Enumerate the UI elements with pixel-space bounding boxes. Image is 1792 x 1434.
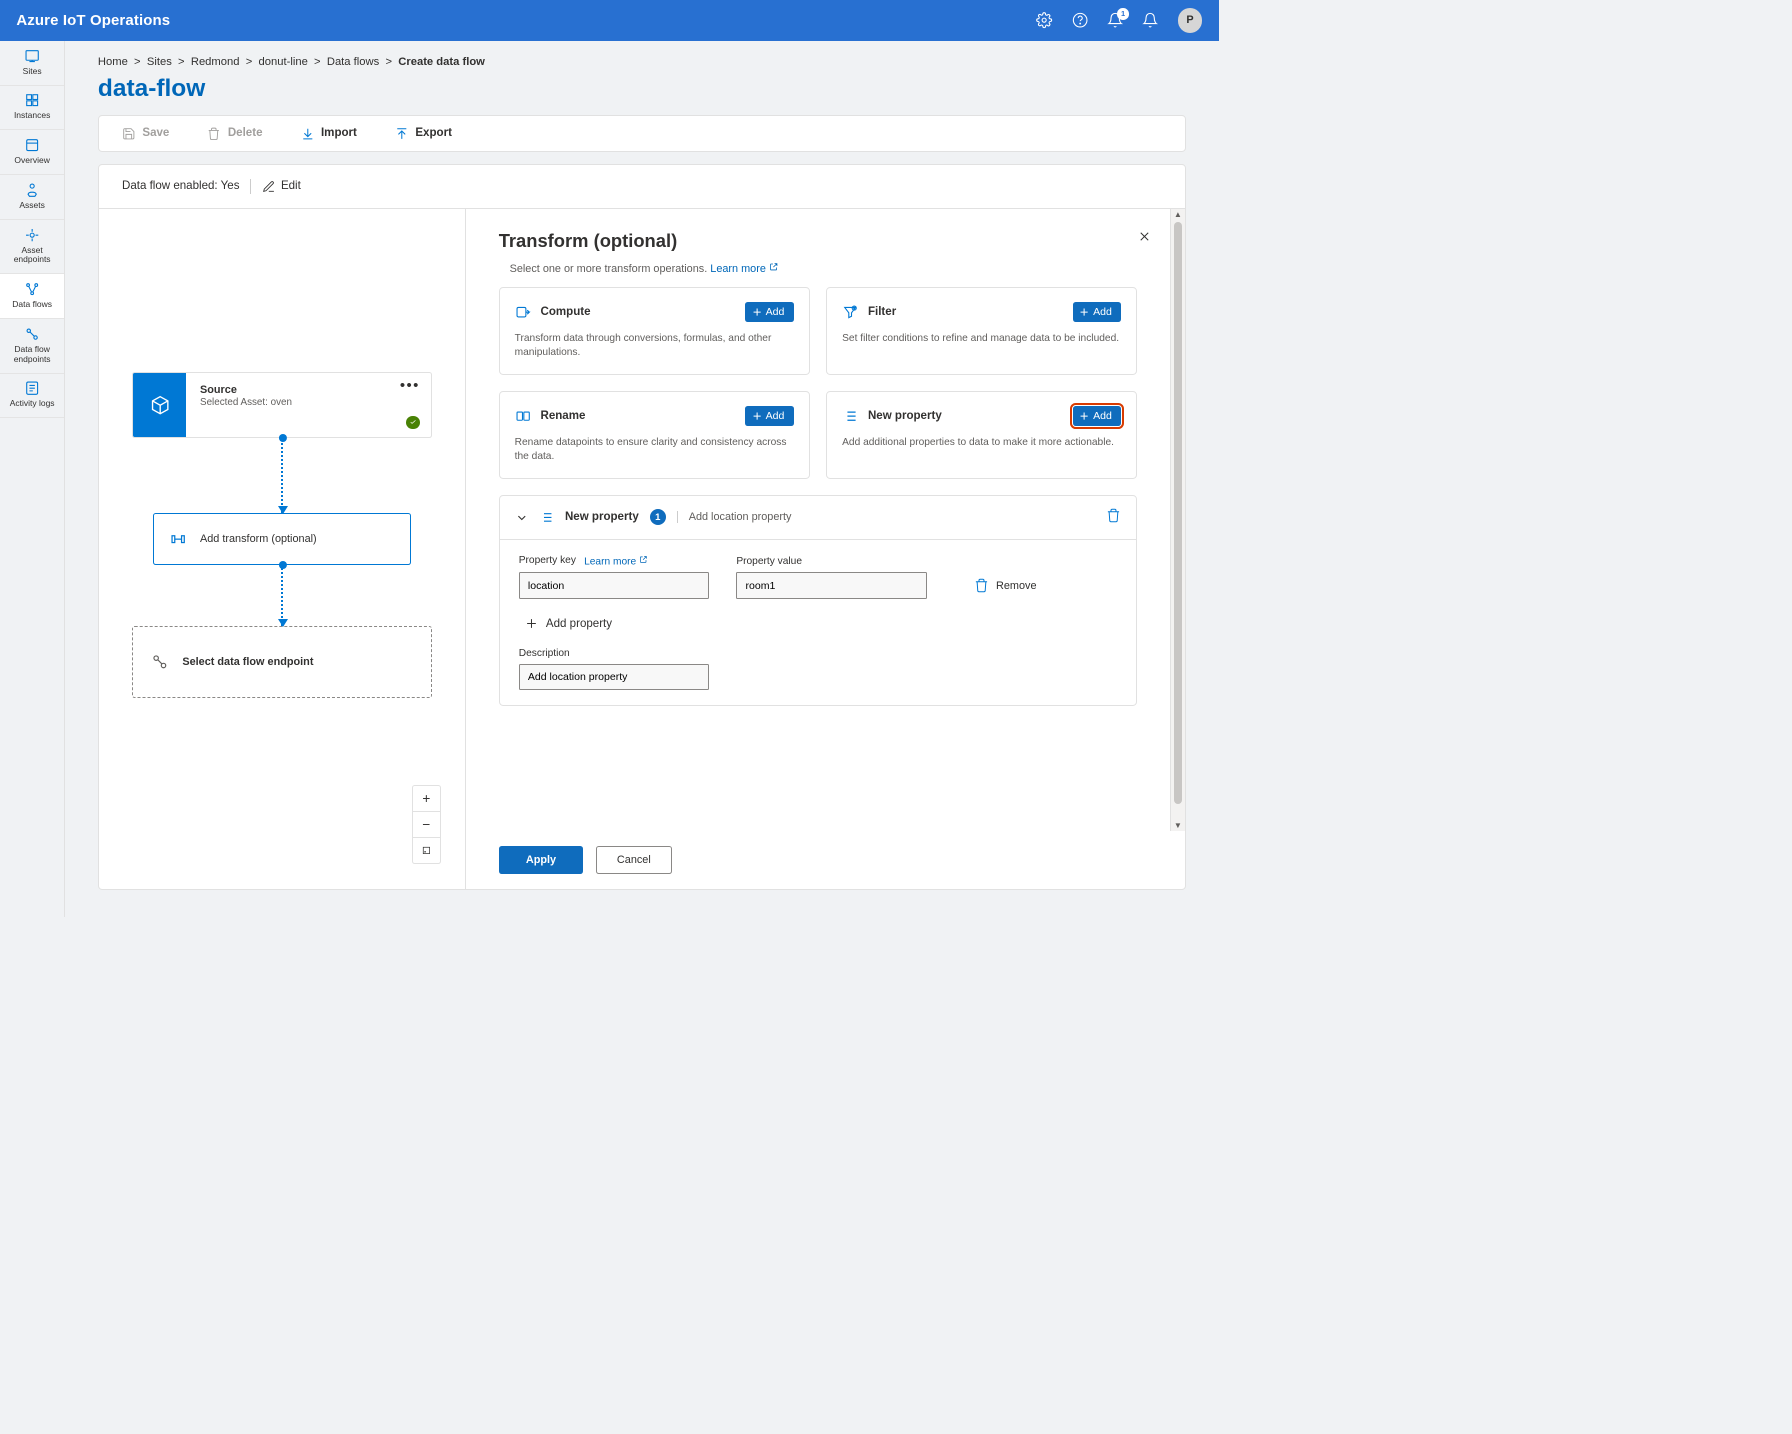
canvas-card: Data flow enabled: Yes Edit	[98, 164, 1186, 889]
apply-button[interactable]: Apply	[499, 846, 584, 874]
more-icon[interactable]: •••	[400, 382, 420, 389]
transform-panel: Transform (optional) Select one or more …	[466, 209, 1185, 889]
list-icon	[539, 510, 554, 525]
filter-icon	[842, 304, 858, 320]
global-header: Azure IoT Operations 1 P	[0, 0, 1219, 41]
canvas-ribbon: Data flow enabled: Yes Edit	[99, 165, 1185, 208]
property-value-input[interactable]	[736, 572, 926, 598]
cancel-button[interactable]: Cancel	[596, 846, 673, 874]
flow-source-node[interactable]: Source Selected Asset: oven •••	[132, 372, 431, 439]
flow-add-transform-node[interactable]: Add transform (optional)	[153, 513, 411, 565]
help-icon[interactable]	[1072, 12, 1088, 28]
panel-title: Transform (optional)	[499, 230, 1138, 252]
add-filter-button[interactable]: Add	[1073, 302, 1122, 322]
zoom-in-button[interactable]: +	[413, 786, 440, 812]
check-icon	[406, 416, 420, 430]
property-value-label: Property value	[736, 556, 926, 567]
breadcrumb-sites[interactable]: Sites	[147, 56, 172, 68]
flow-select-endpoint-node[interactable]: Select data flow endpoint	[132, 626, 431, 698]
breadcrumb-data-flows[interactable]: Data flows	[327, 56, 379, 68]
notification-badge: 1	[1117, 8, 1129, 20]
property-key-label: Property key Learn more	[519, 555, 709, 568]
source-subtitle: Selected Asset: oven	[200, 397, 417, 408]
zoom-fit-button[interactable]	[413, 837, 440, 863]
sidebar-item-data-flows[interactable]: Data flows	[0, 274, 64, 319]
learn-more-link[interactable]: Learn more	[584, 555, 648, 568]
breadcrumb-current: Create data flow	[398, 56, 485, 68]
op-card-rename: Rename Add Rename datapoints to ensure c…	[499, 391, 810, 479]
dataflow-enabled-label: Data flow enabled: Yes	[122, 180, 239, 192]
op-card-compute: Compute Add Transform data through conve…	[499, 287, 810, 375]
compute-icon	[515, 304, 531, 320]
description-input[interactable]	[519, 664, 709, 690]
breadcrumb: Home > Sites > Redmond > donut-line > Da…	[98, 56, 1186, 68]
save-button: Save	[122, 127, 169, 141]
new-property-section: New property 1 Add location property	[499, 495, 1138, 706]
sidebar-item-dataflow-endpoints[interactable]: Data flow endpoints	[0, 319, 64, 374]
property-key-input[interactable]	[519, 572, 709, 598]
import-button[interactable]: Import	[301, 127, 357, 141]
export-button[interactable]: Export	[395, 127, 452, 141]
sidebar-item-assets[interactable]: Assets	[0, 175, 64, 220]
cube-icon	[133, 373, 186, 438]
list-icon	[842, 408, 858, 424]
notifications-icon[interactable]: 1	[1107, 12, 1123, 28]
breadcrumb-home[interactable]: Home	[98, 56, 128, 68]
flow-canvas[interactable]: Source Selected Asset: oven ••• Add tran…	[99, 209, 466, 889]
chevron-down-icon[interactable]	[515, 511, 529, 525]
add-property-button[interactable]: Add property	[519, 612, 1118, 635]
sidebar-item-asset-endpoints[interactable]: Asset endpoints	[0, 220, 64, 275]
rename-icon	[515, 408, 531, 424]
panel-subtitle: Select one or more transform operations.…	[510, 262, 1138, 275]
learn-more-link[interactable]: Learn more	[710, 263, 778, 275]
page-title: data-flow	[98, 75, 1186, 103]
product-title: Azure IoT Operations	[16, 12, 170, 29]
sidebar-item-instances[interactable]: Instances	[0, 86, 64, 131]
close-icon[interactable]	[1137, 229, 1152, 247]
scrollbar[interactable]: ▲ ▼	[1170, 209, 1185, 832]
remove-property-button[interactable]: Remove	[974, 578, 1036, 593]
add-new-property-button[interactable]: Add	[1073, 406, 1122, 426]
settings-icon[interactable]	[1036, 12, 1052, 28]
delete-section-button[interactable]	[1106, 508, 1121, 526]
zoom-out-button[interactable]: −	[413, 811, 440, 837]
add-rename-button[interactable]: Add	[745, 406, 794, 426]
delete-button: Delete	[207, 127, 262, 141]
breadcrumb-donut-line[interactable]: donut-line	[259, 56, 308, 68]
alerts-icon[interactable]	[1142, 12, 1158, 28]
description-label: Description	[519, 648, 1118, 659]
sidebar-item-sites[interactable]: Sites	[0, 41, 64, 86]
sidebar-item-activity-logs[interactable]: Activity logs	[0, 374, 64, 419]
toolbar: Save Delete Import Export	[98, 115, 1186, 152]
zoom-controls: + −	[412, 785, 441, 864]
breadcrumb-redmond[interactable]: Redmond	[191, 56, 240, 68]
source-title: Source	[200, 384, 417, 396]
add-compute-button[interactable]: Add	[745, 302, 794, 322]
sidebar-item-overview[interactable]: Overview	[0, 130, 64, 175]
avatar[interactable]: P	[1178, 8, 1202, 32]
sidebar: Sites Instances Overview Assets Asset en…	[0, 41, 65, 917]
op-card-filter: Filter Add Set filter conditions to refi…	[826, 287, 1137, 375]
op-card-new-property: New property Add Add additional properti…	[826, 391, 1137, 479]
property-count-badge: 1	[650, 509, 666, 525]
edit-button[interactable]: Edit	[262, 180, 301, 194]
